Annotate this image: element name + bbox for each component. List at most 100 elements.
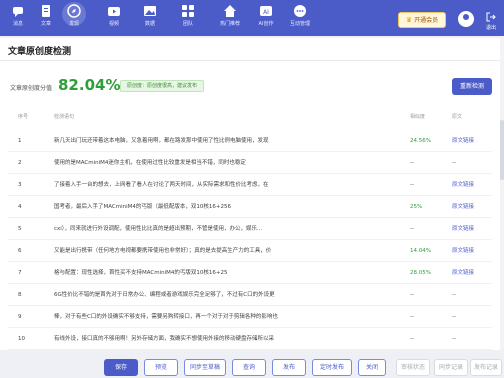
row-similarity: 25% (410, 204, 423, 210)
exit-label: 退出 (485, 25, 496, 31)
grid-icon (182, 5, 194, 17)
row-number: 8 (18, 292, 22, 298)
publish-button[interactable]: 发布 (272, 359, 306, 376)
score-label: 文章原创度分值 (10, 85, 53, 92)
source-link[interactable]: 原文链接 (452, 174, 486, 196)
nav-label: 数据 (144, 21, 155, 27)
table-row: 4 国考者，最后入手了MACminiM4的丐版（最低配版本，双10核16+256 2… (8, 196, 492, 218)
table-row: 6 又能是出行携带（任何地方电视都要携带使用也非常好）；真的是去提高生产力的工具，… (8, 240, 492, 262)
row-similarity: -- (410, 292, 414, 298)
top-nav: 消息 文章 发现 视频 数据 团队 热门推荐 AI AI创作 互动管理 ♛ 开通… (0, 0, 504, 36)
vip-button[interactable]: ♛ 开通会员 (398, 12, 446, 28)
table-row: 8 6G性价比不错的是首先对于日常办公、编程或者游戏娱乐完全足够了，不过有C口的外… (8, 284, 492, 306)
divider (0, 60, 500, 61)
recheck-button[interactable]: 重新检测 (452, 78, 492, 95)
row-similarity: -- (410, 336, 414, 342)
preview-button[interactable]: 预览 (144, 359, 178, 376)
row-number: 3 (18, 182, 22, 188)
user-avatar[interactable] (458, 11, 474, 27)
vip-label: 开通会员 (414, 17, 439, 24)
score-value: 82.04% (58, 76, 121, 94)
table-row: 10 有线外设，接口真的不够用啊！另外存储方面，我确实不想使用外接的移动硬盘存储所… (8, 328, 492, 350)
row-sentence: 又能是出行携带（任何地方电视都要携带使用也非常好）；真的是去提高生产力的工具，价 (54, 248, 272, 254)
nav-item-discover[interactable]: 发现 (58, 2, 90, 27)
nav-label: AI创作 (258, 21, 274, 27)
row-similarity: 28.05% (410, 270, 431, 276)
originality-panel: 文章原创度检测 文章原创度分值 82.04% 原创度：原创度很高，建议发布 重新… (0, 38, 500, 350)
row-sentence: 国考者，最后入手了MACminiM4的丐版（最低配版本，双10核16+256 (54, 204, 232, 210)
bottom-toolbar: 保存 预览 同步至草稿 查询 发布 定时发布 关闭 审核状态 同步记录 发布记录 (0, 352, 504, 378)
source-link[interactable]: 原文链接 (452, 240, 486, 262)
scrollbar-thumb[interactable] (500, 120, 504, 180)
row-number: 9 (18, 314, 22, 320)
chat-icon (13, 7, 23, 17)
row-number: 1 (18, 138, 22, 144)
timed-publish-button[interactable]: 定时发布 (312, 359, 352, 376)
row-similarity: -- (410, 314, 414, 320)
header-text: 检测语句 (54, 114, 75, 120)
query-button[interactable]: 查询 (232, 359, 266, 376)
nav-item-interaction[interactable]: 互动管理 (284, 4, 316, 27)
row-similarity: -- (410, 160, 414, 166)
comment-icon (294, 5, 306, 17)
source-link[interactable]: 原文链接 (452, 130, 486, 152)
row-source: -- (452, 314, 456, 320)
row-sentence: 棒，对于有些C口的外设确实不够支持，需要另购转接口，再一个对于对于剪辑各种的影响… (54, 314, 278, 320)
row-number: 5 (18, 226, 22, 232)
review-status-button[interactable]: 审核状态 (396, 359, 430, 376)
source-link[interactable]: 原文链接 (452, 218, 486, 240)
row-number: 7 (18, 270, 22, 276)
nav-label: 热门推荐 (219, 21, 240, 27)
nav-label: 视频 (108, 21, 119, 27)
row-sentence: 新几天出门玩还带着这本电脑，又急着用啊，都在路发那中使用了性比例电脑使用，发现 (54, 138, 269, 144)
nav-item-video[interactable]: 视频 (98, 4, 130, 27)
row-similarity: -- (410, 226, 414, 232)
exit-button[interactable]: 退出 (480, 12, 502, 31)
scrollbar-track[interactable] (500, 38, 504, 350)
row-similarity: 24.56% (410, 138, 431, 144)
row-sentence: 使用的是MACminiM4迷你主机，在使用过性比较重发是相当不错，同时也稳定 (54, 160, 246, 166)
document-icon (42, 5, 50, 17)
nav-item-ai[interactable]: AI AI创作 (250, 4, 282, 27)
video-icon (108, 7, 120, 16)
score-tip: 原创度：原创度很高，建议发布 (120, 80, 205, 92)
row-sentence: 格与配置：现性选择，首性买不支持MACminiM4的丐版双10核16+25 (54, 270, 228, 276)
close-button[interactable]: 关闭 (358, 359, 386, 376)
crown-icon: ♛ (405, 16, 413, 24)
nav-item-hot[interactable]: 热门推荐 (214, 4, 246, 27)
nav-label: 团队 (182, 21, 193, 27)
row-source: -- (452, 336, 456, 342)
row-number: 6 (18, 248, 22, 254)
ai-icon: AI (260, 6, 272, 16)
row-similarity: 14.04% (410, 248, 431, 254)
table-row: 5 cxi），同来就进行外设调配，使用性比比真的是超出预期，不管是使用，办公，娱乐… (8, 218, 492, 240)
source-link[interactable]: 原文链接 (452, 196, 486, 218)
result-table: 1 新几天出门玩还带着这本电脑，又急着用啊，都在路发那中使用了性比例电脑使用，发现… (8, 130, 492, 350)
nav-label: 互动管理 (289, 21, 310, 27)
sync-draft-button[interactable]: 同步至草稿 (184, 359, 226, 376)
table-row: 3 了接着入手一台的想去，上网看了看人在讨论了两天时间，从实际需求和性价比考虑，在… (8, 174, 492, 196)
row-source: -- (452, 292, 456, 298)
row-sentence: 有线外设，接口真的不够用啊！另外存储方面，我确实不想使用外接的移动硬盘存储所以采 (54, 336, 275, 342)
home-icon (224, 5, 236, 17)
page-title: 文章原创度检测 (8, 47, 72, 57)
nav-item-data[interactable]: 数据 (134, 4, 166, 27)
row-number: 4 (18, 204, 22, 210)
header-source: 原文 (452, 114, 463, 120)
image-icon (144, 6, 156, 16)
nav-label: 发现 (68, 21, 79, 27)
nav-item-team[interactable]: 团队 (172, 4, 204, 27)
save-button[interactable]: 保存 (104, 359, 138, 376)
logout-icon (486, 12, 496, 22)
table-row: 9 棒，对于有些C口的外设确实不够支持，需要另购转接口，再一个对于对于剪辑各种的影… (8, 306, 492, 328)
source-link[interactable]: 原文链接 (452, 262, 486, 284)
row-number: 10 (18, 336, 25, 342)
row-sentence: 6G性价比不错的是首先对于日常办公、编程或者游戏娱乐完全足够了，不过有C口的外设… (54, 292, 275, 298)
header-similarity: 相似度 (410, 114, 426, 120)
row-source: -- (452, 160, 456, 166)
table-header: 序号 检测语句 相似度 原文 (8, 113, 492, 127)
row-sentence: 了接着入手一台的想去，上网看了看人在讨论了两天时间，从实际需求和性价比考虑，在 (54, 182, 269, 188)
row-sentence: cxi），同来就进行外设调配，使用性比比真的是超出预期，不管是使用，办公，娱乐.… (54, 226, 263, 232)
publish-record-button[interactable]: 发布记录 (470, 359, 502, 376)
sync-record-button[interactable]: 同步记录 (434, 359, 468, 376)
